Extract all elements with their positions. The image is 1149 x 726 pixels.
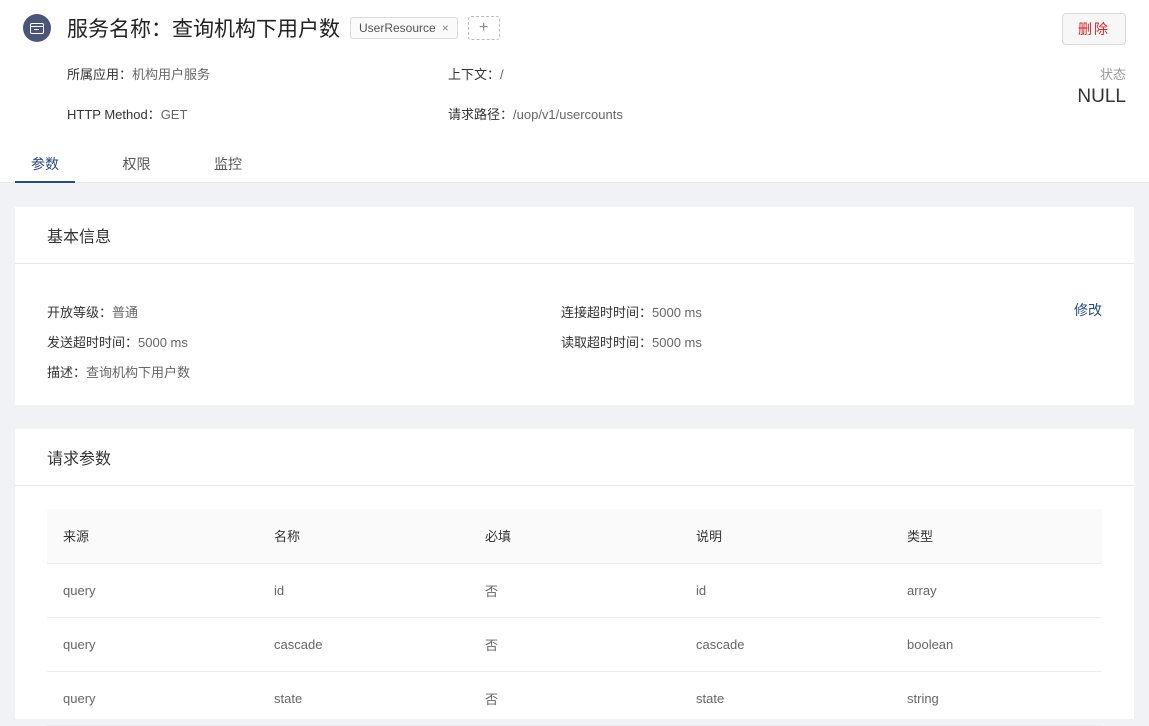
- cell-required: 否: [469, 563, 680, 618]
- info-connect-timeout-label: 连接超时时间：: [561, 305, 653, 320]
- service-header: 服务名称：查询机构下用户数 UserResource × + 删除 所属应用：机…: [0, 0, 1149, 183]
- info-level-label: 开放等级：: [47, 305, 113, 320]
- edit-link[interactable]: 修改: [1074, 300, 1102, 320]
- meta-app: 所属应用：机构用户服务: [67, 64, 210, 83]
- close-icon[interactable]: ×: [442, 21, 449, 35]
- meta-context-value: /: [500, 67, 504, 82]
- meta-method: HTTP Method：GET: [67, 104, 187, 123]
- tab-bar: 参数 权限 监控: [15, 142, 258, 183]
- cell-type: boolean: [891, 617, 1102, 672]
- table-row: query id 否 id array: [47, 563, 1102, 618]
- tab-params[interactable]: 参数: [15, 142, 75, 183]
- column-header-type: 类型: [891, 509, 1102, 564]
- column-header-name: 名称: [258, 509, 469, 564]
- meta-app-value: 机构用户服务: [132, 67, 211, 82]
- cell-description: state: [680, 671, 891, 726]
- info-level: 开放等级：普通: [47, 302, 138, 321]
- request-params-card: 请求参数 来源 名称 必填 说明 类型 query id 否 id array …: [15, 429, 1134, 726]
- delete-button[interactable]: 删除: [1062, 13, 1126, 45]
- add-tag-button[interactable]: +: [467, 16, 500, 40]
- cell-required: 否: [469, 671, 680, 726]
- table-header-row: 来源 名称 必填 说明 类型: [47, 509, 1102, 564]
- tag-userresource: UserResource ×: [350, 17, 458, 39]
- info-connect-timeout-value: 5000 ms: [652, 305, 702, 320]
- basic-info-title: 基本信息: [15, 207, 1134, 264]
- cell-source: query: [47, 563, 258, 618]
- tab-monitoring[interactable]: 监控: [198, 142, 258, 183]
- info-level-value: 普通: [112, 305, 139, 320]
- info-read-timeout-label: 读取超时时间：: [561, 335, 653, 350]
- meta-path: 请求路径：/uop/v1/usercounts: [448, 104, 623, 123]
- info-read-timeout: 读取超时时间：5000 ms: [561, 332, 702, 351]
- request-params-title: 请求参数: [15, 429, 1134, 486]
- cell-source: query: [47, 617, 258, 672]
- info-connect-timeout: 连接超时时间：5000 ms: [561, 302, 702, 321]
- meta-path-label: 请求路径：: [448, 107, 514, 122]
- column-header-source: 来源: [47, 509, 258, 564]
- params-table: 来源 名称 必填 说明 类型 query id 否 id array query…: [47, 509, 1102, 726]
- basic-info-card: 基本信息 开放等级：普通 连接超时时间：5000 ms 发送超时时间：5000 …: [15, 207, 1134, 405]
- info-send-timeout: 发送超时时间：5000 ms: [47, 332, 188, 351]
- service-icon: [23, 14, 51, 42]
- cell-type: array: [891, 563, 1102, 618]
- table-row: query state 否 state string: [47, 671, 1102, 726]
- cell-description: id: [680, 563, 891, 618]
- table-row: query cascade 否 cascade boolean: [47, 617, 1102, 672]
- cell-type: string: [891, 671, 1102, 726]
- meta-method-label: HTTP Method：: [67, 107, 161, 122]
- page-title: 服务名称：查询机构下用户数: [67, 18, 340, 41]
- tab-permissions[interactable]: 权限: [75, 142, 198, 183]
- status-label: 状态: [1099, 67, 1126, 82]
- status-value: NULL: [1077, 86, 1126, 107]
- info-send-timeout-value: 5000 ms: [138, 335, 188, 350]
- info-description-value: 查询机构下用户数: [86, 365, 191, 380]
- cell-description: cascade: [680, 617, 891, 672]
- meta-context: 上下文：/: [448, 64, 504, 83]
- meta-path-value: /uop/v1/usercounts: [513, 107, 623, 122]
- cell-name: cascade: [258, 617, 469, 672]
- column-header-description: 说明: [680, 509, 891, 564]
- title-row: 服务名称：查询机构下用户数 UserResource × +: [67, 14, 500, 42]
- meta-app-label: 所属应用：: [67, 67, 133, 82]
- info-description-label: 描述：: [47, 365, 87, 380]
- cell-name: id: [258, 563, 469, 618]
- info-description: 描述：查询机构下用户数: [47, 362, 190, 381]
- cell-name: state: [258, 671, 469, 726]
- meta-method-value: GET: [160, 107, 188, 122]
- cell-source: query: [47, 671, 258, 726]
- tag-label: UserResource: [359, 21, 436, 35]
- info-read-timeout-value: 5000 ms: [652, 335, 702, 350]
- info-send-timeout-label: 发送超时时间：: [47, 335, 139, 350]
- meta-context-label: 上下文：: [448, 67, 501, 82]
- column-header-required: 必填: [469, 509, 680, 564]
- cell-required: 否: [469, 617, 680, 672]
